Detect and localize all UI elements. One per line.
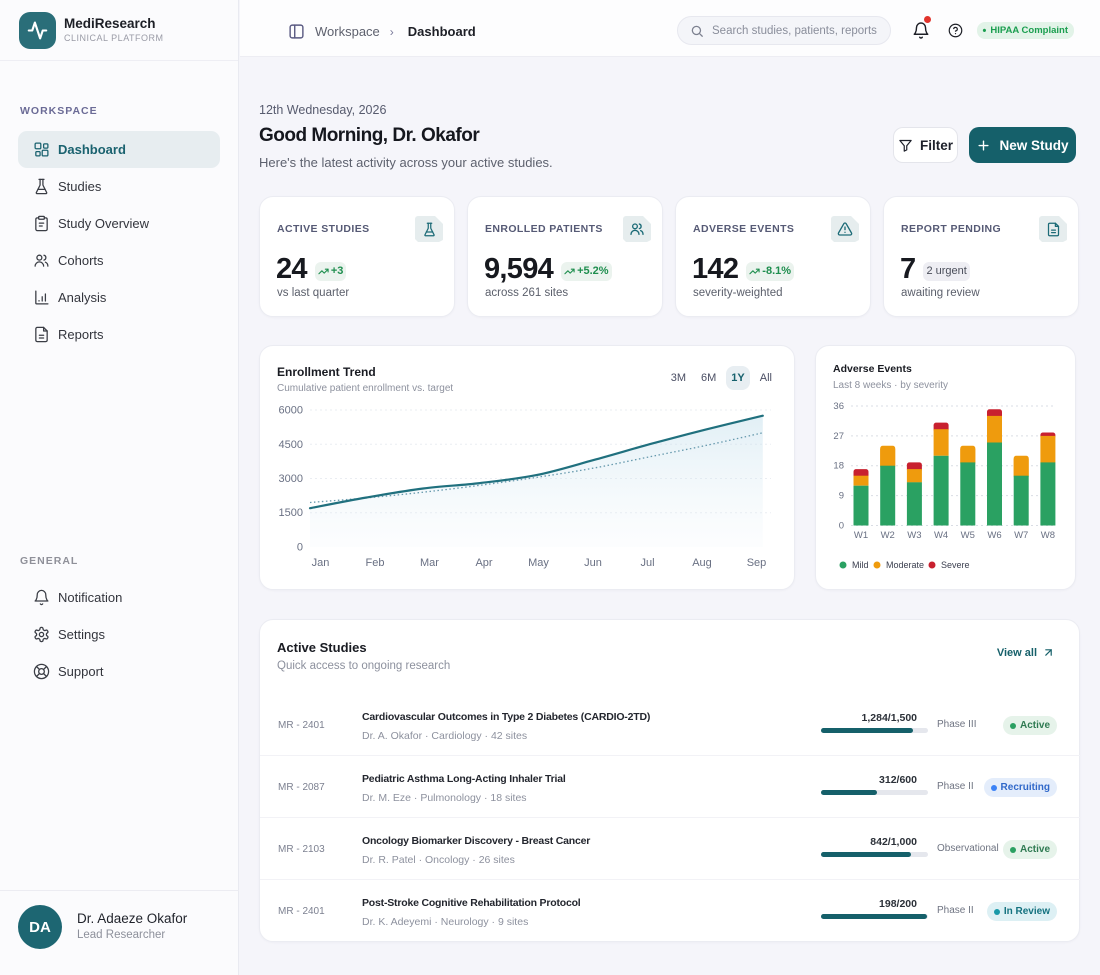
svg-text:3000: 3000 [279, 473, 303, 485]
svg-text:0: 0 [297, 542, 303, 554]
svg-text:W2: W2 [881, 530, 895, 541]
svg-text:0: 0 [839, 521, 844, 532]
svg-text:Mar: Mar [420, 557, 439, 569]
svg-text:6000: 6000 [279, 405, 303, 417]
svg-text:Sep: Sep [747, 557, 767, 569]
svg-text:Aug: Aug [692, 557, 712, 569]
svg-text:Jul: Jul [640, 557, 654, 569]
svg-text:W4: W4 [934, 530, 948, 541]
svg-text:1500: 1500 [279, 507, 303, 519]
svg-text:W7: W7 [1014, 530, 1028, 541]
svg-text:W8: W8 [1041, 530, 1055, 541]
svg-text:18: 18 [833, 461, 844, 472]
svg-text:W3: W3 [907, 530, 921, 541]
svg-text:4500: 4500 [279, 439, 303, 451]
svg-text:36: 36 [833, 401, 844, 412]
svg-text:W1: W1 [854, 530, 868, 541]
svg-text:Jan: Jan [312, 557, 330, 569]
svg-text:Feb: Feb [366, 557, 385, 569]
svg-text:W5: W5 [961, 530, 975, 541]
svg-text:Severe: Severe [941, 560, 970, 570]
svg-text:W6: W6 [987, 530, 1001, 541]
svg-text:Moderate: Moderate [886, 560, 924, 570]
svg-text:9: 9 [839, 491, 844, 502]
svg-text:May: May [528, 557, 549, 569]
svg-text:Mild: Mild [852, 560, 869, 570]
svg-text:Apr: Apr [475, 557, 492, 569]
svg-text:Jun: Jun [584, 557, 602, 569]
svg-text:27: 27 [833, 431, 844, 442]
